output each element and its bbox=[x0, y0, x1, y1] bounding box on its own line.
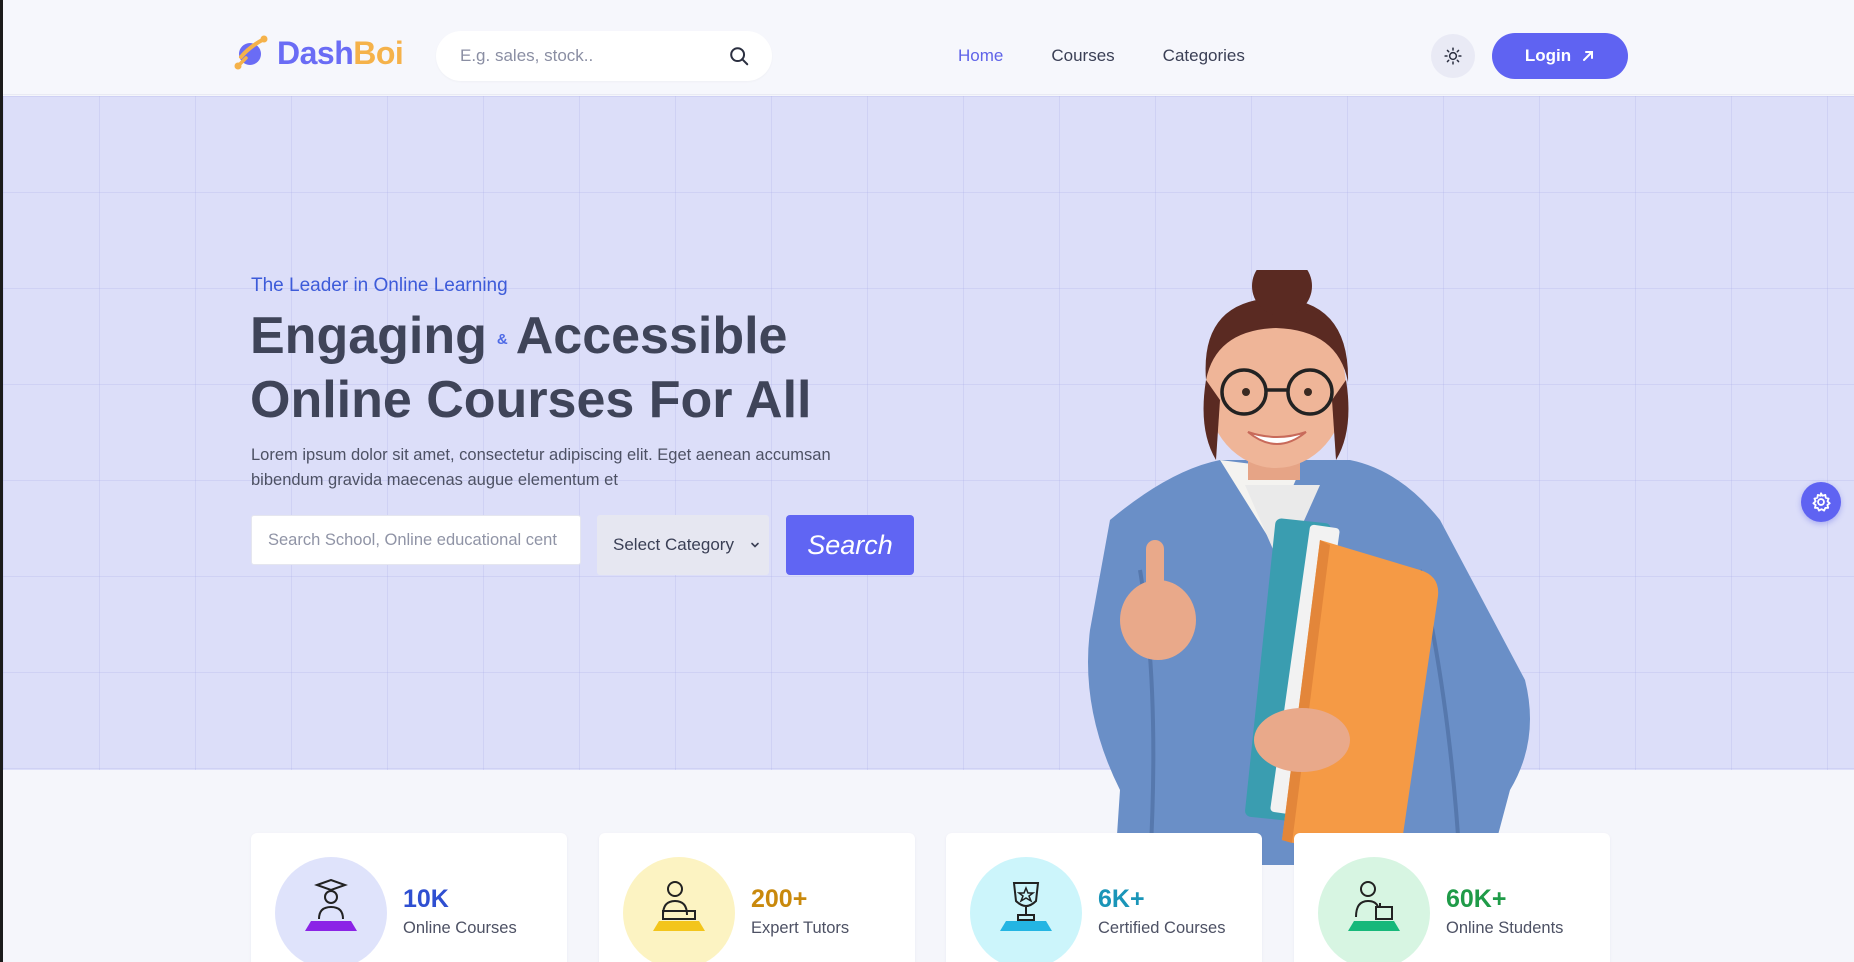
nav-categories[interactable]: Categories bbox=[1163, 46, 1245, 66]
category-select-value: Select Category bbox=[613, 535, 734, 554]
theme-toggle-button[interactable] bbox=[1431, 34, 1475, 78]
trophy-icon bbox=[1000, 882, 1052, 931]
stat-label: Online Courses bbox=[403, 919, 517, 937]
brand-logo[interactable]: DashBoi bbox=[231, 33, 404, 73]
header-search-input[interactable] bbox=[460, 46, 728, 66]
stat-value: 200+ bbox=[751, 885, 808, 913]
stat-value: 6K+ bbox=[1098, 885, 1145, 913]
stat-label: Online Students bbox=[1446, 919, 1564, 937]
hero-headline: Engaging & Accessible Online Courses For A… bbox=[250, 306, 812, 431]
hero-search-box bbox=[251, 515, 581, 565]
hero-eyebrow: The Leader in Online Learning bbox=[251, 275, 508, 296]
headline-part1: Engaging bbox=[250, 307, 487, 365]
hero-section bbox=[3, 96, 1854, 770]
search-icon[interactable] bbox=[728, 45, 750, 67]
stat-label: Expert Tutors bbox=[751, 919, 850, 937]
hero-search-input[interactable] bbox=[268, 530, 564, 550]
brand-name-part1: Dash bbox=[277, 34, 354, 71]
stat-label: Certified Courses bbox=[1098, 919, 1226, 937]
main-nav: Home Courses Categories bbox=[958, 46, 1245, 66]
nav-courses[interactable]: Courses bbox=[1051, 46, 1114, 66]
category-select[interactable]: Select Category bbox=[597, 515, 769, 575]
stat-card-certified: 6K+ Certified Courses bbox=[946, 833, 1262, 962]
hero-search-button[interactable]: Search bbox=[786, 515, 914, 575]
logo-icon bbox=[234, 35, 268, 70]
stat-value: 60K+ bbox=[1446, 885, 1507, 913]
stat-value: 10K bbox=[403, 885, 449, 913]
chevron-down-icon bbox=[751, 542, 759, 548]
settings-button[interactable] bbox=[1801, 482, 1841, 522]
graduate-icon bbox=[305, 879, 357, 931]
sun-icon bbox=[1444, 47, 1462, 65]
headline-line2: Online Courses For All bbox=[250, 370, 812, 429]
header-search bbox=[436, 31, 772, 81]
login-button[interactable]: Login bbox=[1492, 33, 1628, 79]
stat-card-courses: 10K Online Courses bbox=[251, 833, 567, 962]
brand-name: DashBoi bbox=[277, 34, 404, 72]
stat-card-tutors: 200+ Expert Tutors bbox=[599, 833, 915, 962]
tutor-icon bbox=[653, 881, 705, 931]
top-navbar: DashBoi Home Courses Categories Login bbox=[3, 0, 1854, 95]
stat-icon-circle bbox=[970, 857, 1082, 962]
nav-home[interactable]: Home bbox=[958, 46, 1003, 66]
login-label: Login bbox=[1524, 46, 1572, 65]
arrow-up-right-icon bbox=[1583, 51, 1594, 61]
stat-icon-circle bbox=[275, 857, 387, 962]
stat-card-students: 60K+ Online Students bbox=[1294, 833, 1610, 962]
headline-part2: Accessible bbox=[515, 307, 788, 365]
gear-icon bbox=[1812, 492, 1831, 512]
stat-icon-circle bbox=[1318, 857, 1430, 962]
headline-ampersand: & bbox=[496, 330, 508, 348]
brand-name-part2: Boi bbox=[353, 34, 404, 71]
student-icon bbox=[1348, 881, 1400, 931]
student-illustration bbox=[1088, 270, 1530, 865]
hero-description: Lorem ipsum dolor sit amet, consectetur … bbox=[251, 446, 831, 489]
stat-icon-circle bbox=[623, 857, 735, 962]
